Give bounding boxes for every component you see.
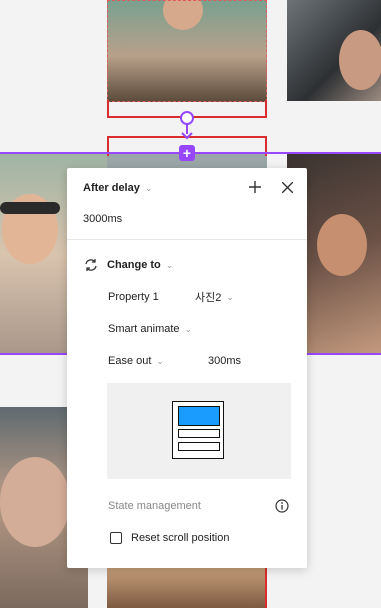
preview-bar [178,429,220,438]
property-value: 사진2 [195,292,222,304]
plus-icon [249,181,261,193]
animation-preview [107,383,291,479]
preview-highlight-block [178,406,220,426]
easing-label: Ease out [108,355,152,367]
state-management-heading: State management [108,498,201,514]
info-button[interactable] [274,498,290,514]
trigger-dropdown[interactable]: After delay ⌄ [83,180,152,196]
property-label: Property 1 [108,291,159,303]
chevron-down-icon: ⌄ [226,291,234,302]
photo-frame-top-right[interactable] [287,0,381,101]
info-icon [275,499,289,513]
chevron-down-icon: ⌄ [165,259,174,270]
action-label: Change to [107,259,161,271]
swap-icon [85,259,97,271]
add-action-button[interactable] [247,179,263,195]
connection-arrow-icon [181,132,193,140]
duration-value: 300ms [208,355,242,367]
photo-frame-bottom[interactable] [107,566,267,608]
animation-label: Smart animate [108,323,180,335]
delay-value: 3000ms [83,213,123,225]
delay-input[interactable]: 3000ms [83,211,122,227]
duration-input[interactable]: 300ms [208,353,241,369]
reset-scroll-label: Reset scroll position [131,532,230,544]
chevron-down-icon: ⌄ [184,323,193,334]
prototype-connection-handle[interactable] [180,111,194,125]
close-panel-button[interactable] [279,179,295,195]
device-preview-icon [172,401,224,459]
frame-dashed-outline [107,0,267,102]
chevron-down-icon: ⌄ [144,182,153,193]
panel-divider [67,239,307,240]
reset-scroll-option[interactable]: Reset scroll position [110,530,229,546]
property-value-dropdown[interactable]: 사진2 ⌄ [195,289,234,305]
preview-bar [178,442,220,451]
add-interaction-icon[interactable]: + [179,145,195,161]
reset-scroll-checkbox[interactable] [110,532,122,544]
property-name: Property 1 [108,289,159,305]
easing-dropdown[interactable]: Ease out ⌄ [108,353,164,369]
state-management-label: State management [108,500,201,512]
action-dropdown[interactable]: Change to ⌄ [83,257,173,273]
interaction-details-panel: After delay ⌄ 3000ms Change to ⌄ Propert… [67,168,307,568]
close-icon [281,181,293,193]
trigger-label: After delay [83,182,140,194]
chevron-down-icon: ⌄ [156,355,164,366]
animation-dropdown[interactable]: Smart animate ⌄ [108,321,192,337]
frame-edge-line [265,566,267,608]
